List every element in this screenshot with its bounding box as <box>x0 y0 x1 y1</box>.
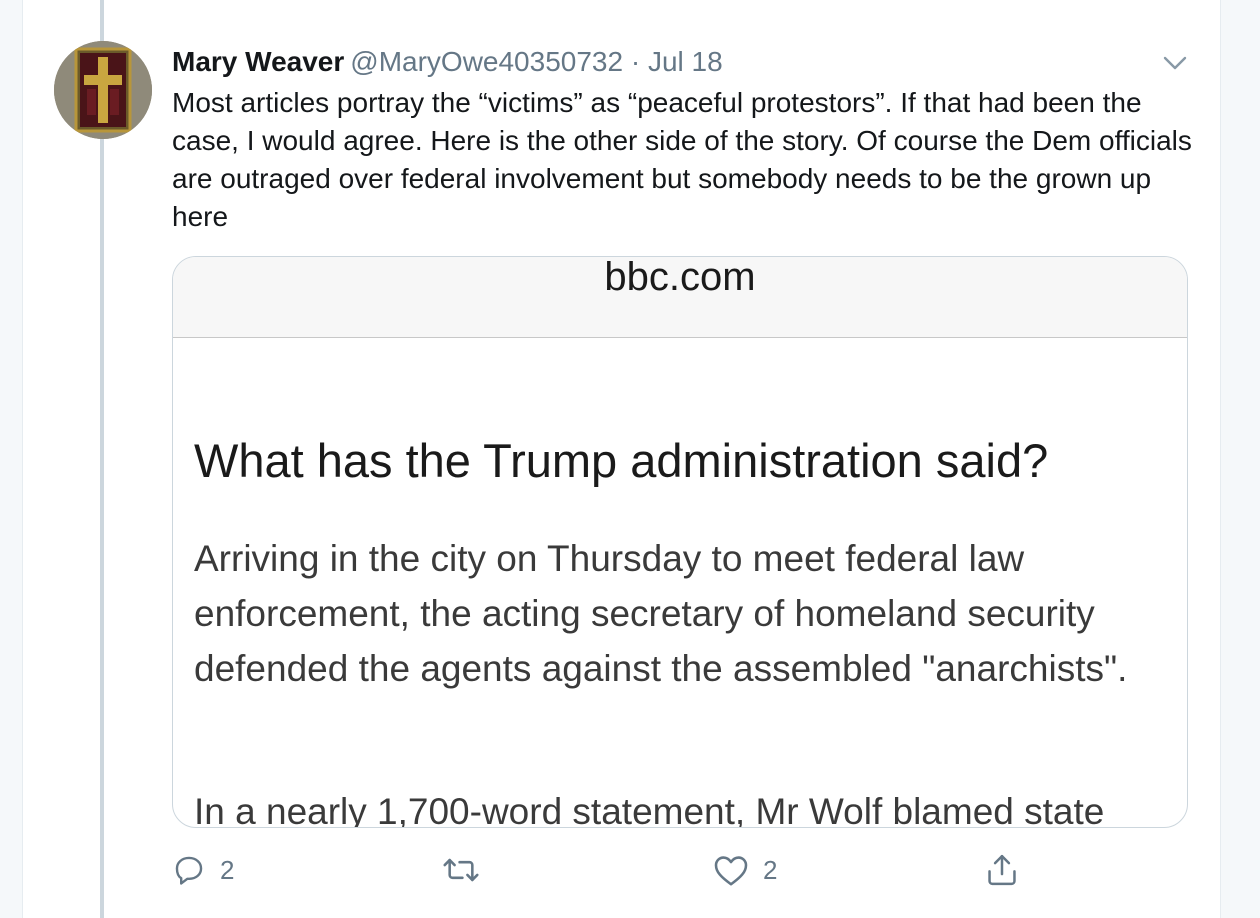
article-heading: What has the Trump administration said? <box>194 434 1049 487</box>
media-card[interactable]: bbc.com What has the Trump administratio… <box>172 256 1188 828</box>
tweet-text: Most articles portray the “victims” as “… <box>172 87 1192 232</box>
share-button[interactable] <box>985 846 1019 894</box>
retweet-button[interactable] <box>442 846 480 894</box>
card-url-bar: bbc.com <box>173 257 1187 338</box>
avatar[interactable] <box>54 41 152 139</box>
author-name[interactable]: Mary Weaver <box>172 46 344 77</box>
article-paragraph: Arriving in the city on Thursday to meet… <box>194 538 1128 689</box>
tweet-actions: 2 2 <box>0 846 1260 894</box>
heart-icon <box>714 856 748 886</box>
retweet-icon <box>443 858 479 882</box>
like-count: 2 <box>763 854 778 885</box>
reply-count: 2 <box>220 854 235 885</box>
timeline-border-left <box>22 0 23 918</box>
share-icon <box>988 854 1016 886</box>
left-background <box>0 0 22 918</box>
reply-icon <box>175 856 203 885</box>
tweet-header: Mary Weaver @MaryOwe40350732 · Jul 18 <box>172 44 723 80</box>
card-article-body: What has the Trump administration said? … <box>173 338 1187 828</box>
card-domain: bbc.com <box>604 256 756 299</box>
tweet-date[interactable]: Jul 18 <box>648 46 723 77</box>
author-handle[interactable]: @MaryOwe40350732 <box>350 46 623 77</box>
right-background <box>1221 0 1260 918</box>
separator-dot: · <box>630 46 641 77</box>
article-paragraph-cut: In a nearly 1,700-word statement, Mr Wol… <box>194 791 1105 828</box>
reply-button[interactable]: 2 <box>172 846 234 894</box>
tweet-menu-button[interactable] <box>1158 46 1192 80</box>
like-button[interactable]: 2 <box>713 846 777 894</box>
chevron-down-icon <box>1163 56 1187 70</box>
avatar-cross-image <box>54 41 152 139</box>
